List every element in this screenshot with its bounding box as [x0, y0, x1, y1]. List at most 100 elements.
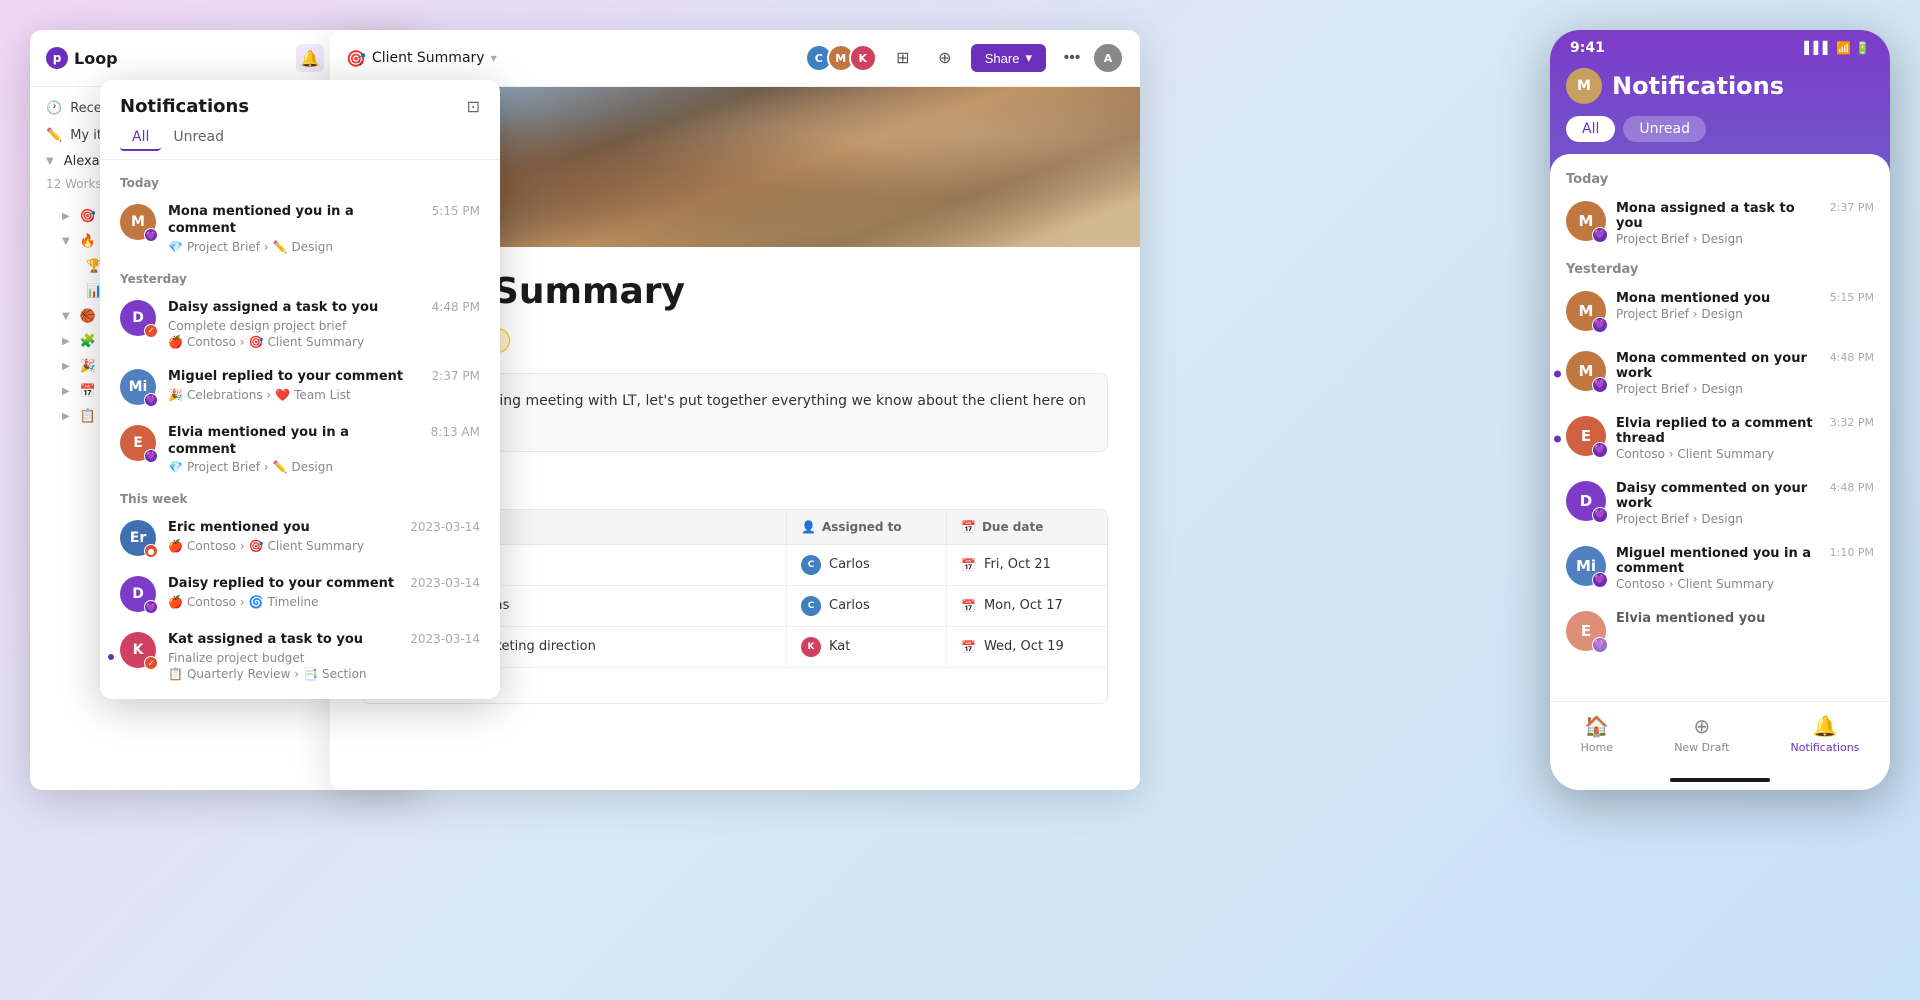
workspace-t-emoji: 📅	[80, 384, 96, 399]
assignee-name: Kat	[829, 639, 850, 654]
badge-icon: 💜	[1592, 227, 1608, 243]
home-indicator-bar	[1670, 778, 1770, 782]
calendar-icon: 📅	[961, 558, 976, 572]
mobile-notif-item[interactable]: D 💜 Daisy commented on your work Project…	[1550, 471, 1890, 536]
user-avatar[interactable]: A	[1092, 42, 1124, 74]
components-icon[interactable]: ⊞	[887, 42, 919, 74]
notifications-dropdown: Notifications ⊡ All Unread Today M 💜 Mon…	[100, 80, 500, 699]
avatar: Mi 💜	[1566, 546, 1606, 586]
notif-desc: Project Brief › Design	[1616, 512, 1820, 526]
task-assignee-cell: K Kat	[787, 627, 947, 667]
mobile-bottom-nav: 🏠 Home ⊕ New Draft 🔔 Notifications	[1550, 701, 1890, 770]
assignee-avatar: C	[801, 596, 821, 616]
notif-content: Daisy replied to your comment 🍎 Contoso …	[168, 576, 398, 609]
notif-body: Today M 💜 Mona mentioned you in a commen…	[100, 160, 500, 699]
notif-desc: Project Brief › Design	[1616, 232, 1820, 246]
mobile-header-avatar: M	[1566, 68, 1602, 104]
notif-time: 4:48 PM	[1830, 351, 1874, 364]
loop-logo-icon: p	[46, 47, 68, 69]
notif-content: Elvia replied to a comment thread Contos…	[1616, 416, 1820, 461]
mobile-notif-item[interactable]: Mi 💜 Miguel mentioned you in a comment C…	[1550, 536, 1890, 601]
notif-panel-title: Notifications	[120, 96, 249, 117]
mobile-nav-home[interactable]: 🏠 Home	[1569, 710, 1625, 758]
notif-time: 4:48 PM	[1830, 481, 1874, 494]
chevron-down-icon: ▼	[62, 236, 70, 247]
unread-dot	[1554, 370, 1561, 377]
due-col-icon: 📅	[961, 520, 976, 534]
notif-main-text: Daisy replied to your comment	[168, 576, 398, 593]
mobile-tab-unread[interactable]: Unread	[1623, 116, 1706, 142]
avatar: K	[849, 44, 877, 72]
notif-time: 1:10 PM	[1830, 546, 1874, 559]
notif-time: 5:15 PM	[1830, 291, 1874, 304]
notif-item[interactable]: Mi 💜 Miguel replied to your comment 🎉 Ce…	[100, 359, 500, 415]
notif-item[interactable]: D 💜 Daisy replied to your comment 🍎 Cont…	[100, 566, 500, 622]
notif-time: 8:13 AM	[431, 425, 480, 439]
notif-main-text: Elvia mentioned you in a comment	[168, 425, 419, 459]
chevron-u-icon: ▶	[62, 336, 70, 347]
badge-icon: 💜	[144, 228, 158, 242]
breadcrumb-emoji: 🎯	[346, 49, 366, 68]
notif-content: Daisy assigned a task to you Complete de…	[168, 300, 420, 349]
notif-main-text: Daisy assigned a task to you	[168, 300, 420, 317]
calendar-icon: 📅	[961, 599, 976, 613]
mobile-notif-header: M Notifications	[1550, 60, 1890, 116]
workspace-r-emoji: 📋	[80, 409, 96, 424]
badge-icon: 💜	[144, 393, 158, 407]
due-date: Wed, Oct 19	[984, 639, 1064, 654]
loop-logo: p Loop	[46, 47, 118, 69]
notif-item[interactable]: Er ● Eric mentioned you 🍎 Contoso › 🎯 Cl…	[100, 510, 500, 566]
chevron-c-icon: ▶	[62, 361, 70, 372]
badge-icon: 💜	[1592, 637, 1608, 653]
mobile-home-indicator	[1550, 770, 1890, 790]
share-label: Share	[985, 51, 1020, 66]
notif-desc: Project Brief › Design	[1616, 307, 1820, 321]
notif-item[interactable]: E 💜 Elvia mentioned you in a comment 💎 P…	[100, 415, 500, 485]
notif-item[interactable]: M 💜 Mona mentioned you in a comment 💎 Pr…	[100, 194, 500, 264]
notif-time: 5:15 PM	[432, 204, 480, 218]
notif-breadcrumb: 🎉 Celebrations › ❤️ Team List	[168, 388, 420, 402]
main-toolbar: 🎯 Client Summary ▾ C M K ⊞ ⊕ Share ▾ •••…	[330, 30, 1140, 87]
tab-all[interactable]: All	[120, 125, 161, 151]
mobile-nav-notifications[interactable]: 🔔 Notifications	[1779, 710, 1872, 758]
more-options-icon[interactable]: •••	[1056, 42, 1088, 74]
notif-time: 3:32 PM	[1830, 416, 1874, 429]
notif-content: Mona assigned a task to you Project Brie…	[1616, 201, 1820, 246]
notif-item[interactable]: D ✓ Daisy assigned a task to you Complet…	[100, 290, 500, 359]
workspace-c-emoji: 🎉	[80, 359, 96, 374]
notif-name: Daisy commented on your work	[1616, 481, 1820, 511]
mobile-notif-item[interactable]: M 💜 Mona mentioned you Project Brief › D…	[1550, 281, 1890, 341]
share-button[interactable]: Share ▾	[971, 44, 1046, 72]
home-icon: 🏠	[1584, 714, 1609, 738]
notif-time: 2023-03-14	[410, 632, 480, 646]
new-draft-label: New Draft	[1674, 741, 1729, 754]
task-due-cell: 📅 Mon, Oct 17	[947, 586, 1107, 626]
copy-icon[interactable]: ⊕	[929, 42, 961, 74]
notif-item[interactable]: K ✓ Kat assigned a task to you Finalize …	[100, 622, 500, 691]
mark-read-icon[interactable]: ⊡	[467, 97, 480, 116]
design-emoji: ✏️	[273, 460, 288, 474]
notif-time: 2:37 PM	[1830, 201, 1874, 214]
col-header-assigned: 👤 Assigned to	[787, 510, 947, 544]
avatar: Er ●	[120, 520, 156, 556]
mobile-nav-new-draft[interactable]: ⊕ New Draft	[1662, 710, 1741, 758]
mobile-notif-item[interactable]: M 💜 Mona assigned a task to you Project …	[1550, 191, 1890, 256]
mobile-notif-item[interactable]: E 💜 Elvia mentioned you	[1550, 601, 1890, 661]
notif-breadcrumb: 🍎 Contoso › 🎯 Client Summary	[168, 539, 398, 553]
avatar: E 💜	[120, 425, 156, 461]
notification-bell-icon[interactable]: 🔔	[296, 44, 324, 72]
badge-icon: 💜	[144, 449, 158, 463]
notif-name: Miguel mentioned you in a comment	[1616, 546, 1820, 576]
notif-today-header: Today	[100, 168, 500, 194]
mobile-notif-item[interactable]: M 💜 Mona commented on your work Project …	[1550, 341, 1890, 406]
section-emoji: 📑	[303, 667, 318, 681]
notif-sub-text: Finalize project budget	[168, 651, 398, 665]
mobile-tab-all[interactable]: All	[1566, 116, 1615, 142]
notif-name: Mona commented on your work	[1616, 351, 1820, 381]
notif-breadcrumb: 🍎 Contoso › 🎯 Client Summary	[168, 335, 420, 349]
mobile-notif-item[interactable]: E 💜 Elvia replied to a comment thread Co…	[1550, 406, 1890, 471]
badge-icon: ●	[144, 544, 158, 558]
tab-unread[interactable]: Unread	[161, 125, 236, 151]
badge-icon: 💜	[1592, 377, 1608, 393]
breadcrumb: 🎯 Client Summary ▾	[346, 49, 497, 68]
